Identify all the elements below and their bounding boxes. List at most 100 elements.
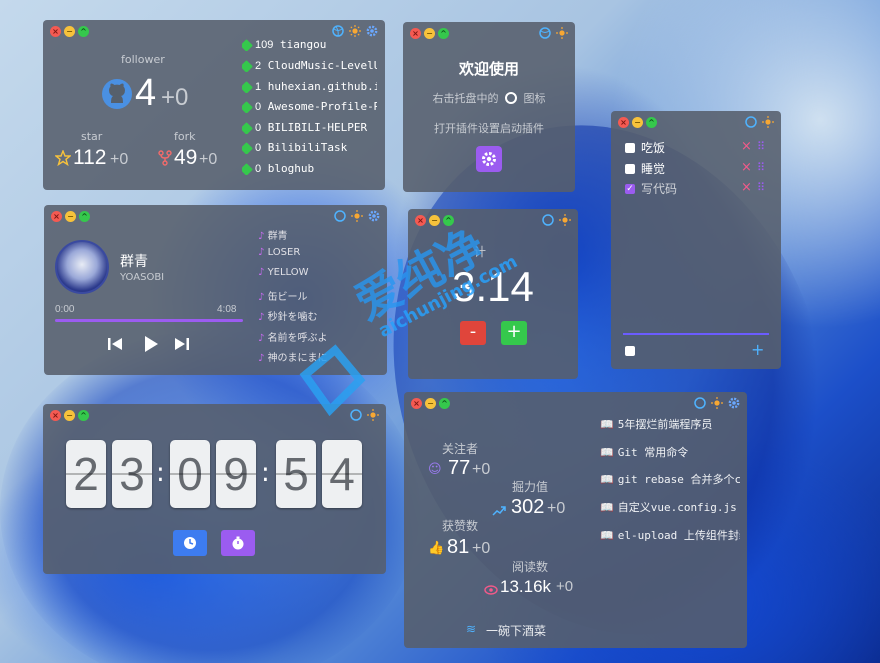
new-todo-checkbox[interactable] <box>625 346 635 356</box>
close-icon[interactable]: × <box>415 215 426 226</box>
maximize-icon[interactable]: ^ <box>646 117 657 128</box>
repo-item[interactable]: 0 Awesome-Profile-README <box>242 100 377 113</box>
drag-handle-icon[interactable]: ⠿ <box>757 140 765 153</box>
article-item[interactable]: 📖 自定义vue.config.js <box>600 499 740 515</box>
dribbble-icon[interactable] <box>542 214 554 226</box>
cube-icon <box>242 100 253 113</box>
playlist-item[interactable]: ♪ 秒針を噛む <box>258 308 318 323</box>
next-icon[interactable] <box>173 335 191 357</box>
playlist-item[interactable]: ♪ 名前を呼ぶよ <box>258 329 328 344</box>
minimize-icon[interactable]: − <box>65 211 76 222</box>
music-note-icon: ♪ <box>258 312 268 323</box>
counter-widget: × − ^ 计 3.14 - + <box>408 209 578 379</box>
maximize-icon[interactable]: ^ <box>439 398 450 409</box>
follower-label: follower <box>121 53 165 66</box>
previous-icon[interactable] <box>106 335 124 357</box>
delete-icon[interactable]: × <box>741 180 752 195</box>
window-controls: × − ^ <box>50 410 89 421</box>
maximize-icon[interactable]: ^ <box>443 215 454 226</box>
dribbble-icon[interactable] <box>694 397 706 409</box>
play-icon[interactable] <box>141 334 161 358</box>
article-item[interactable]: 📖 5年摆烂前端程序员 <box>600 416 740 432</box>
sun-icon[interactable] <box>762 116 774 128</box>
playlist-item[interactable]: ♪ LOSER <box>258 247 300 258</box>
article-item[interactable]: 📖 Git 常用命令 <box>600 444 740 460</box>
minimize-icon[interactable]: − <box>64 410 75 421</box>
decrement-button[interactable]: - <box>460 321 486 345</box>
clock-digit: 2 <box>66 440 106 508</box>
playlist-item[interactable]: ♪ 神のまにまに <box>258 349 328 364</box>
delete-icon[interactable]: × <box>741 160 752 175</box>
repo-item[interactable]: 1 huhexian.github.io <box>242 80 377 93</box>
minimize-icon[interactable]: − <box>429 215 440 226</box>
gear-icon[interactable] <box>368 210 380 222</box>
repo-item[interactable]: 0 BILIBILI-HELPER <box>242 121 377 134</box>
clock-digit: 4 <box>322 440 362 508</box>
maximize-icon[interactable]: ^ <box>79 211 90 222</box>
sun-icon[interactable] <box>367 409 379 421</box>
close-icon[interactable]: × <box>51 211 62 222</box>
todo-item[interactable]: 吃饭 <box>625 139 665 156</box>
close-icon[interactable]: × <box>410 28 421 39</box>
counter-label: 计 <box>474 245 487 259</box>
dribbble-icon[interactable] <box>745 116 757 128</box>
add-todo-button[interactable]: + <box>751 340 764 359</box>
close-icon[interactable]: × <box>50 410 61 421</box>
minimize-icon[interactable]: − <box>64 26 75 37</box>
playlist-item[interactable]: ♪ 缶ビール <box>258 288 308 303</box>
drag-handle-icon[interactable]: ⠿ <box>757 181 765 194</box>
minimize-icon[interactable]: − <box>632 117 643 128</box>
todo-checkbox[interactable] <box>625 142 635 153</box>
dribbble-icon[interactable] <box>350 409 362 421</box>
author-name[interactable]: 一碗下酒菜 <box>486 622 546 639</box>
drag-handle-icon[interactable]: ⠿ <box>757 161 765 174</box>
article-item[interactable]: 📖 el-upload 上传组件封装 <box>600 527 740 543</box>
repo-item[interactable]: 2 CloudMusic-LevelUp <box>242 59 377 72</box>
clock-mode-button[interactable] <box>173 530 207 556</box>
clock-digit: 0 <box>170 440 210 508</box>
increment-button[interactable]: + <box>501 321 527 345</box>
todo-item[interactable]: 睡觉 <box>625 160 665 177</box>
delete-icon[interactable]: × <box>741 139 752 154</box>
close-icon[interactable]: × <box>50 26 61 37</box>
sun-icon[interactable] <box>711 397 723 409</box>
repo-item[interactable]: 109 tiangou <box>242 38 377 51</box>
close-icon[interactable]: × <box>411 398 422 409</box>
reads-label: 阅读数 <box>512 560 549 574</box>
gear-icon[interactable] <box>728 397 740 409</box>
minimize-icon[interactable]: − <box>425 398 436 409</box>
sun-icon[interactable] <box>351 210 363 222</box>
time-current: 0:00 <box>55 304 75 315</box>
cube-icon <box>242 38 253 51</box>
minimize-icon[interactable]: − <box>424 28 435 39</box>
sun-icon[interactable] <box>559 214 571 226</box>
article-item[interactable]: 📖git rebase 合并多个commit <box>600 471 740 487</box>
gear-icon[interactable] <box>366 25 378 37</box>
settings-button[interactable] <box>476 146 502 172</box>
todo-input-line[interactable] <box>623 333 769 335</box>
dribbble-icon[interactable] <box>334 210 346 222</box>
followers-value: 77 <box>448 457 471 479</box>
todo-item[interactable]: ✓ 写代码 <box>625 180 677 197</box>
maximize-icon[interactable]: ^ <box>438 28 449 39</box>
timer-mode-button[interactable] <box>221 530 255 556</box>
playlist-item[interactable]: ♪ YELLOW <box>258 267 309 278</box>
repo-item[interactable]: 0 BilibiliTask <box>242 141 377 154</box>
likes-value: 81 <box>447 536 470 558</box>
todo-checkbox-checked[interactable]: ✓ <box>625 183 635 194</box>
maximize-icon[interactable]: ^ <box>78 26 89 37</box>
followers-icon: ☺ <box>428 462 442 477</box>
sun-icon[interactable] <box>556 27 568 39</box>
maximize-icon[interactable]: ^ <box>78 410 89 421</box>
todo-checkbox[interactable] <box>625 163 635 174</box>
cube-icon <box>242 59 253 72</box>
dribbble-icon[interactable] <box>539 27 551 39</box>
dribbble-icon[interactable] <box>332 25 344 37</box>
music-note-icon: ♪ <box>258 267 268 278</box>
progress-bar[interactable] <box>55 319 243 322</box>
playlist-item[interactable]: ♪ 群青 <box>258 227 288 242</box>
repo-item[interactable]: 0 bloghub <box>242 162 377 175</box>
close-icon[interactable]: × <box>618 117 629 128</box>
sun-icon[interactable] <box>349 25 361 37</box>
followers-label: 关注者 <box>442 442 479 456</box>
